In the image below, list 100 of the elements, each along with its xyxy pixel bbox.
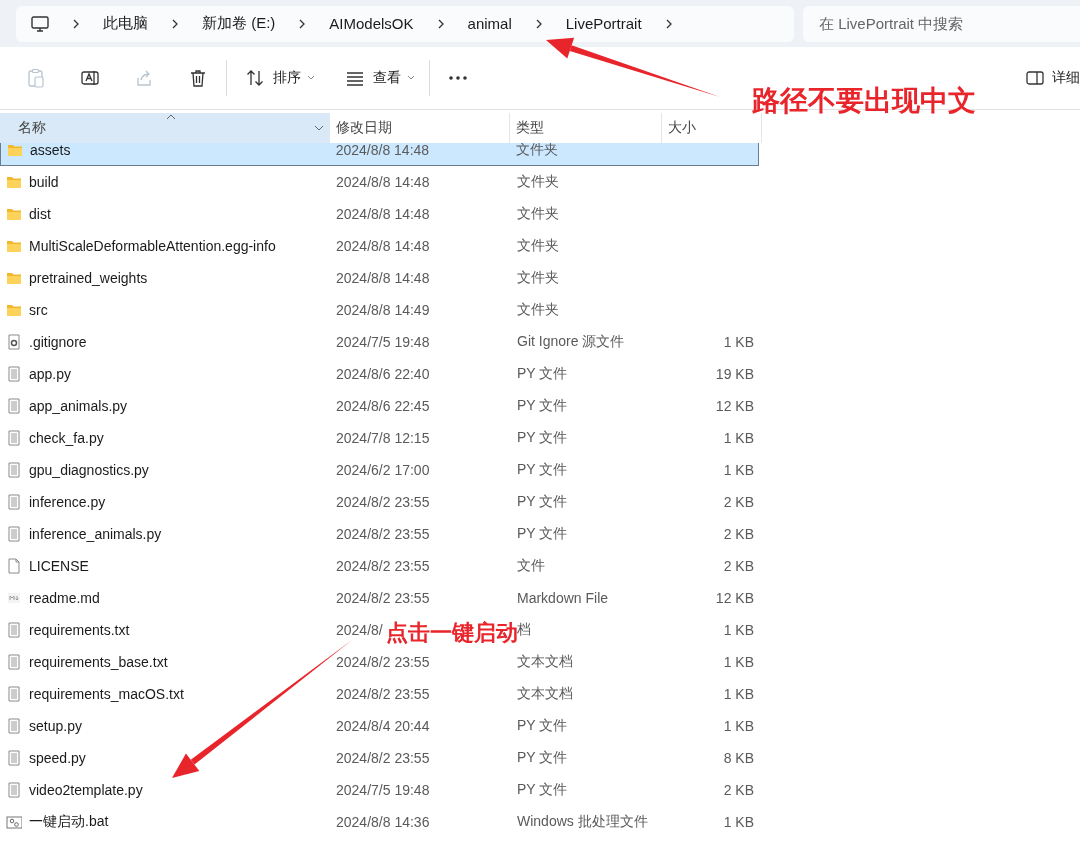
modified-date: 2024/8/8 14:48: [335, 143, 430, 158]
file-row[interactable]: requirements_base.txt 2024/8/2 23:55 文本文档 1 KB: [0, 646, 760, 678]
column-header[interactable]: 修改日期: [330, 113, 510, 143]
file-size: 2 KB: [723, 526, 754, 542]
file-icon: [6, 494, 22, 510]
column-header[interactable]: 名称: [0, 113, 330, 143]
file-icon: [6, 622, 22, 638]
sort-ascending-icon: [166, 114, 176, 120]
file-type: PY 文件: [517, 429, 568, 447]
file-row[interactable]: app.py 2024/8/6 22:40 PY 文件 19 KB: [0, 358, 760, 390]
address-bar[interactable]: 此电脑 新加卷 (E:) AIModelsOK animal LivePortrait: [16, 5, 794, 42]
sort-button[interactable]: 排序: [237, 62, 323, 94]
file-row[interactable]: src 2024/8/8 14:49 文件夹: [0, 294, 760, 326]
caret-icon: [307, 75, 315, 81]
file-type: PY 文件: [517, 781, 568, 799]
breadcrumb-item[interactable]: AIModelsOK: [329, 15, 414, 32]
file-type: 文本文档: [517, 685, 573, 703]
file-row[interactable]: build 2024/8/8 14:48 文件夹: [0, 166, 760, 198]
column-header[interactable]: 大小: [662, 113, 762, 143]
file-type: PY 文件: [517, 493, 568, 511]
file-name: assets: [30, 143, 71, 158]
file-size: 1 KB: [723, 430, 754, 446]
file-row[interactable]: app_animals.py 2024/8/6 22:45 PY 文件 12 KB: [0, 390, 760, 422]
caret-icon: [407, 75, 415, 81]
file-row[interactable]: video2template.py 2024/7/5 19:48 PY 文件 2 KB: [0, 774, 760, 806]
file-type: PY 文件: [517, 365, 568, 383]
search-field[interactable]: 在 LivePortrait 中搜索: [803, 5, 1080, 42]
file-row[interactable]: requirements_macOS.txt 2024/8/2 23:55 文本文档 1 KB: [0, 678, 760, 710]
file-name: app.py: [29, 366, 72, 382]
file-name: dist: [29, 206, 51, 222]
file-icon: [6, 526, 22, 542]
modified-date: 2024/8/6 22:40: [336, 366, 430, 382]
column-header[interactable]: 类型: [510, 113, 662, 143]
file-name: inference_animals.py: [29, 526, 162, 542]
dropdown-icon[interactable]: [314, 125, 324, 131]
file-row[interactable]: inference_animals.py 2024/8/2 23:55 PY 文件 2 KB: [0, 518, 760, 550]
file-row[interactable]: gpu_diagnostics.py 2024/6/2 17:00 PY 文件 1 KB: [0, 454, 760, 486]
file-type: 文件: [517, 557, 545, 575]
modified-date: 2024/8/6 22:45: [336, 398, 430, 414]
file-name: pretrained_weights: [29, 270, 148, 286]
modified-date: 2024/8/2 23:55: [336, 494, 430, 510]
annotation-text: 点击一键启动: [386, 619, 518, 647]
trash-icon: [188, 68, 208, 88]
file-row[interactable]: speed.py 2024/8/2 23:55 PY 文件 8 KB: [0, 742, 760, 774]
file-type: 档: [517, 621, 531, 639]
breadcrumb-item[interactable]: 此电脑: [103, 14, 148, 33]
file-name: requirements_macOS.txt: [29, 686, 184, 702]
file-size: 2 KB: [723, 558, 754, 574]
file-row[interactable]: pretrained_weights 2024/8/8 14:48 文件夹: [0, 262, 760, 294]
file-size: 1 KB: [723, 814, 754, 830]
file-row[interactable]: .gitignore 2024/7/5 19:48 Git Ignore 源文件 1 KB: [0, 326, 760, 358]
share-icon: [134, 68, 154, 88]
folder-icon: [6, 302, 22, 318]
more-icon: [448, 75, 468, 81]
file-row[interactable]: inference.py 2024/8/2 23:55 PY 文件 2 KB: [0, 486, 760, 518]
file-row[interactable]: MultiScaleDeformableAttention.egg-info 2024/8/8 14:48 文件夹: [0, 230, 760, 262]
file-type: 文件夹: [517, 301, 559, 319]
file-icon: [6, 718, 22, 734]
modified-date: 2024/8/8 14:48: [336, 238, 430, 254]
folder-icon: [6, 206, 22, 222]
computer-icon[interactable]: [31, 15, 49, 32]
breadcrumb-item[interactable]: animal: [467, 15, 512, 32]
file-row[interactable]: check_fa.py 2024/7/8 12:15 PY 文件 1 KB: [0, 422, 760, 454]
file-type: Windows 批处理文件: [517, 813, 648, 831]
file-size: 1 KB: [723, 718, 754, 734]
file-size: 1 KB: [723, 686, 754, 702]
file-name: gpu_diagnostics.py: [29, 462, 149, 478]
chevron-icon[interactable]: [170, 17, 180, 30]
file-type: PY 文件: [517, 461, 568, 479]
file-row[interactable]: dist 2024/8/8 14:48 文件夹: [0, 198, 760, 230]
file-icon: [6, 558, 22, 574]
modified-date: 2024/7/8 12:15: [336, 430, 430, 446]
file-name: src: [29, 302, 48, 318]
modified-date: 2024/6/2 17:00: [336, 462, 430, 478]
file-name: app_animals.py: [29, 398, 128, 414]
breadcrumb-item[interactable]: 新加卷 (E:): [202, 14, 276, 33]
modified-date: 2024/7/5 19:48: [336, 334, 430, 350]
view-button[interactable]: 查看: [337, 62, 423, 94]
file-name: setup.py: [29, 718, 82, 734]
folder-icon: [6, 270, 22, 286]
chevron-icon[interactable]: [71, 17, 81, 30]
file-type: PY 文件: [517, 525, 568, 543]
details-button[interactable]: 详细: [1018, 63, 1080, 93]
file-name: requirements_base.txt: [29, 654, 168, 670]
file-icon: [6, 750, 22, 766]
modified-date: 2024/8/2 23:55: [336, 654, 430, 670]
file-row[interactable]: setup.py 2024/8/4 20:44 PY 文件 1 KB: [0, 710, 760, 742]
file-row[interactable]: readme.md 2024/8/2 23:55 Markdown File 12 KB: [0, 582, 760, 614]
file-type: 文件夹: [517, 237, 559, 255]
clipboard-icon: [26, 68, 46, 88]
breadcrumb-item[interactable]: LivePortrait: [565, 15, 642, 32]
sort-icon: [245, 68, 265, 88]
file-row[interactable]: LICENSE 2024/8/2 23:55 文件 2 KB: [0, 550, 760, 582]
modified-date: 2024/8/2 23:55: [336, 750, 430, 766]
file-name: requirements.txt: [29, 622, 130, 638]
file-size: 1 KB: [723, 654, 754, 670]
file-type: 文本文档: [517, 653, 573, 671]
folder-icon: [6, 174, 22, 190]
file-row[interactable]: 一键启动.bat 2024/8/8 14:36 Windows 批处理文件 1 KB: [0, 806, 760, 838]
modified-date: 2024/8/2 23:55: [336, 558, 430, 574]
